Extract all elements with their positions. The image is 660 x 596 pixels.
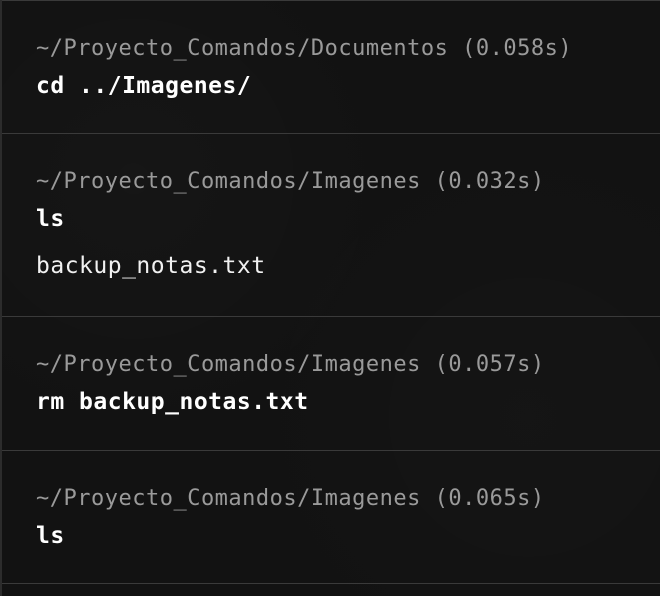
command-text[interactable]: cd ../Imagenes/ bbox=[36, 71, 660, 101]
command-output: backup_notas.txt bbox=[36, 253, 266, 279]
prompt-line: ~/Proyecto_Comandos/Imagenes (0.032s) bbox=[36, 168, 660, 196]
command-text[interactable]: rm backup_notas.txt bbox=[36, 387, 660, 417]
execution-time: (0.065s) bbox=[434, 486, 545, 511]
execution-time: (0.032s) bbox=[434, 169, 545, 194]
working-directory: ~/Proyecto_Comandos/Imagenes bbox=[36, 352, 421, 377]
execution-time: (0.058s) bbox=[462, 36, 573, 61]
command-block[interactable]: ~/Proyecto_Comandos/Documentos (0.058s) … bbox=[2, 0, 660, 134]
terminal-window[interactable]: ~/Proyecto_Comandos/Documentos (0.058s) … bbox=[0, 0, 660, 596]
command-block[interactable]: ~/Proyecto_Comandos/Imagenes (0.057s) rm… bbox=[2, 317, 660, 451]
working-directory: ~/Proyecto_Comandos/Documentos bbox=[36, 36, 449, 61]
command-block[interactable]: ~/Proyecto_Comandos/Imagenes (0.032s) ls… bbox=[2, 134, 660, 317]
prompt-line: ~/Proyecto_Comandos/Documentos (0.058s) bbox=[36, 35, 660, 63]
working-directory: ~/Proyecto_Comandos/Imagenes bbox=[36, 486, 421, 511]
command-text[interactable]: ls bbox=[36, 521, 660, 551]
execution-time: (0.057s) bbox=[434, 352, 545, 377]
working-directory: ~/Proyecto_Comandos/Imagenes bbox=[36, 169, 421, 194]
command-text[interactable]: ls bbox=[36, 204, 660, 234]
prompt-line: ~/Proyecto_Comandos/Imagenes (0.065s) bbox=[36, 485, 660, 513]
prompt-line: ~/Proyecto_Comandos/Imagenes (0.057s) bbox=[36, 351, 660, 379]
command-block[interactable]: ~/Proyecto_Comandos/Imagenes (0.065s) ls bbox=[2, 451, 660, 584]
